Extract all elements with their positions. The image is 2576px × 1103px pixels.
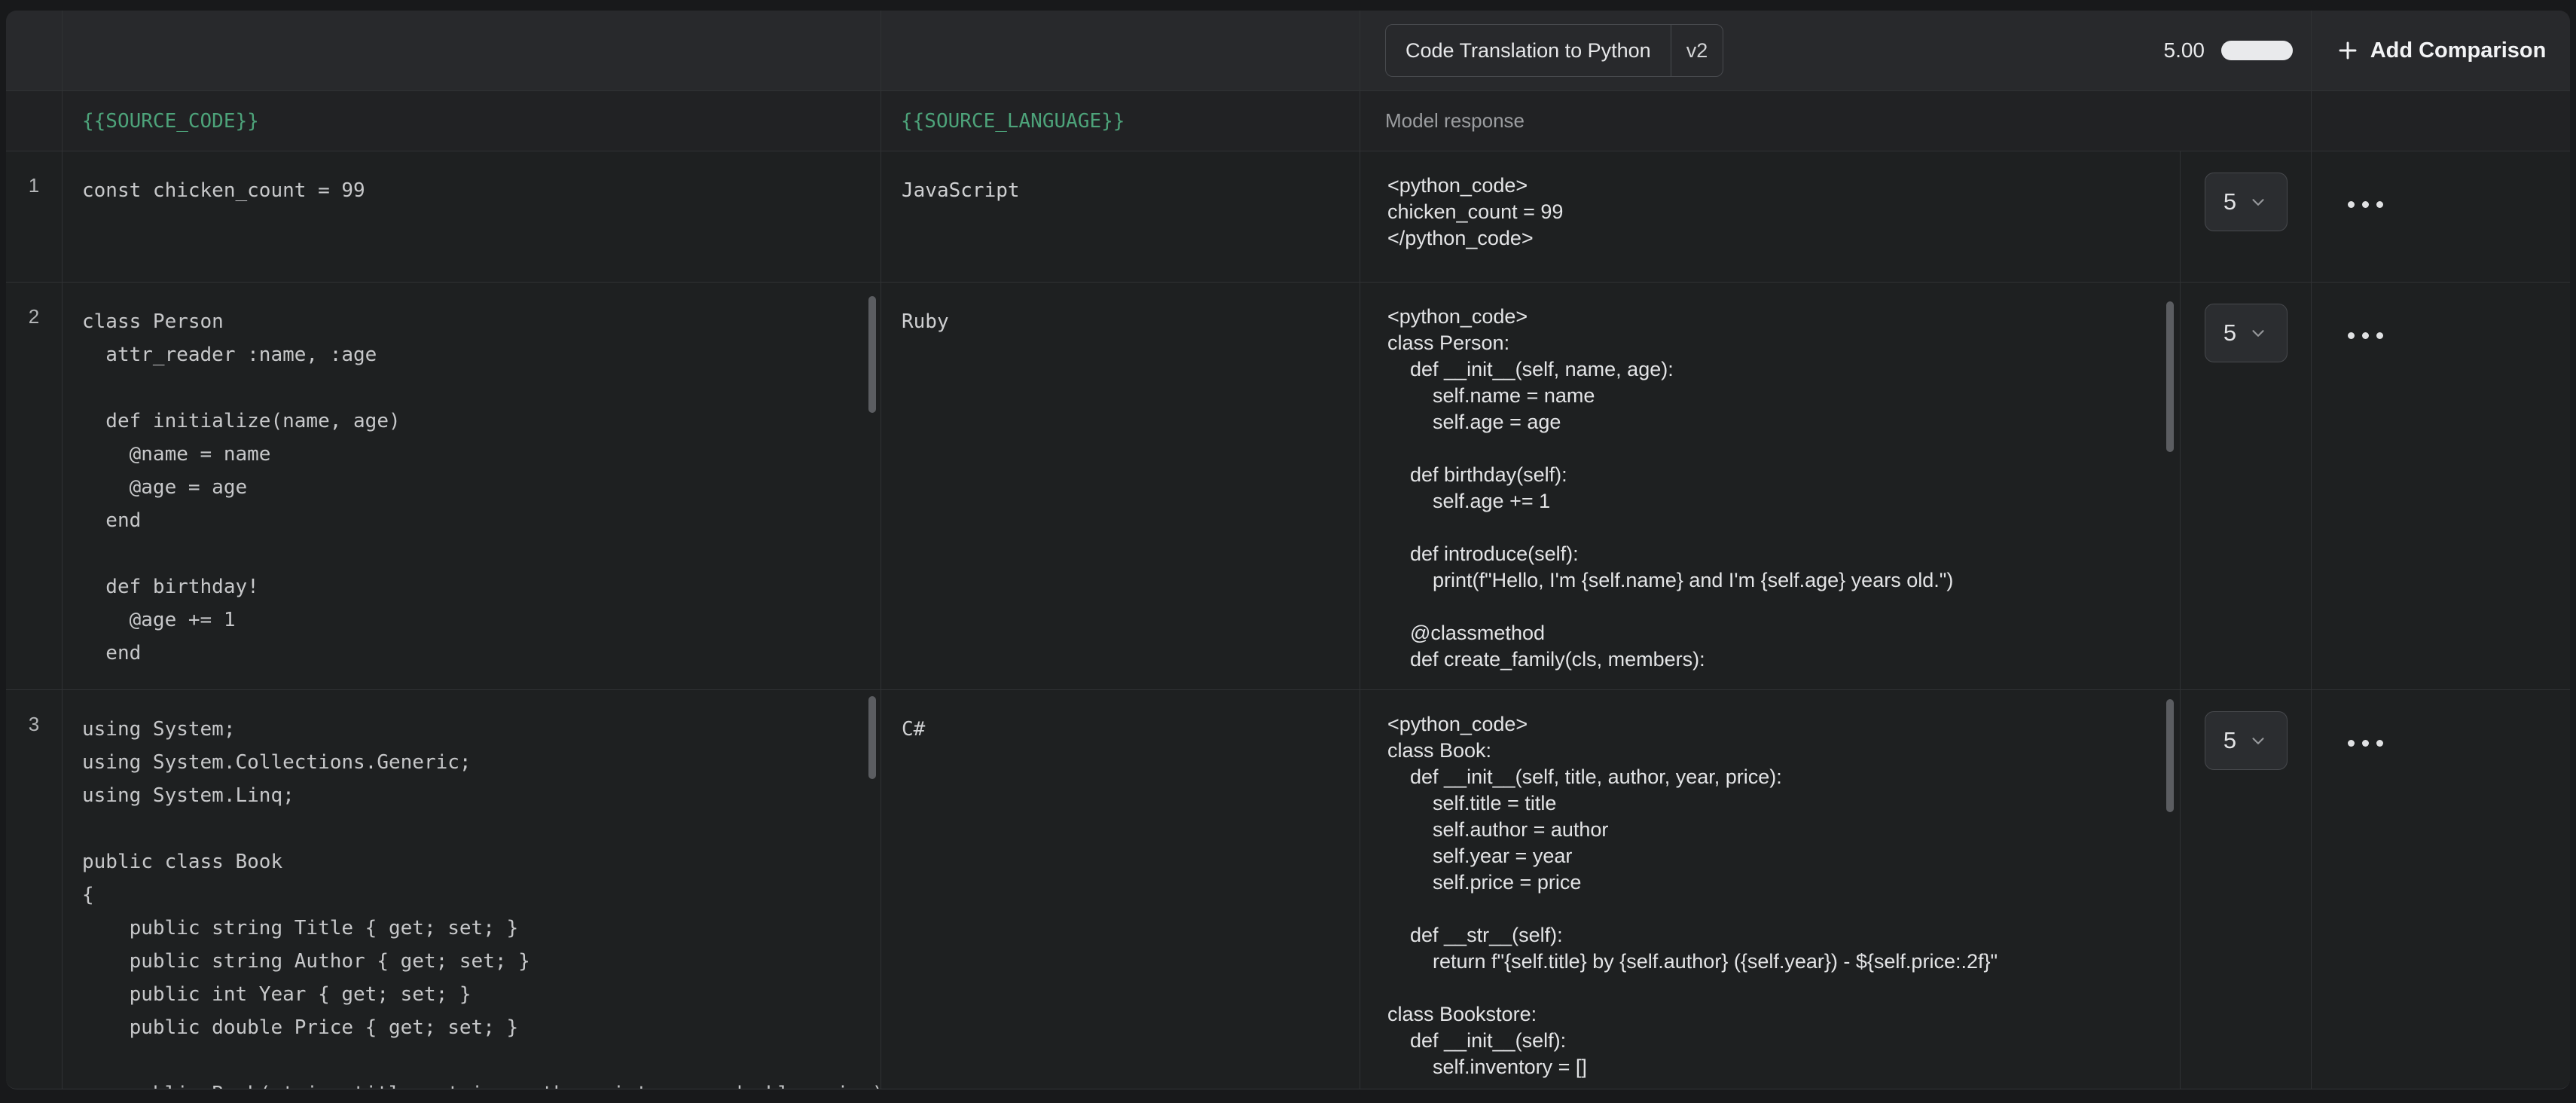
source-code-text: using System; using System.Collections.G…	[82, 713, 862, 1089]
ellipsis-dot	[2348, 201, 2355, 208]
column-header-source-language[interactable]: {{SOURCE_LANGUAGE}}	[881, 91, 1360, 151]
source-language-text: JavaScript	[902, 174, 1360, 207]
column-header-source-code[interactable]: {{SOURCE_CODE}}	[63, 91, 881, 151]
vertical-scrollbar[interactable]	[868, 296, 876, 413]
row-actions-cell	[2312, 151, 2570, 283]
topbar-model-response-header-cell: Code Translation to Python v2 5.00	[1360, 11, 2312, 91]
score-dropdown[interactable]: 5	[2205, 173, 2288, 231]
column-header-model-response[interactable]: Model response	[1360, 91, 2312, 151]
model-response-text: <python_code> chicken_count = 99 </pytho…	[1387, 173, 2157, 252]
aggregate-score-bar	[2221, 41, 2293, 60]
score-cell: 5	[2181, 283, 2312, 690]
evaluation-table: Code Translation to Python v2 5.00 Add C…	[6, 11, 2570, 1089]
model-response-cell[interactable]: <python_code> class Book: def __init__(s…	[1360, 690, 2181, 1089]
row-actions-cell	[2312, 283, 2570, 690]
ellipsis-dot	[2348, 740, 2355, 747]
column-header-row-number	[6, 91, 63, 151]
model-response-cell[interactable]: <python_code> class Person: def __init__…	[1360, 283, 2181, 690]
plus-icon	[2336, 38, 2360, 63]
topbar-source-code-spacer	[63, 11, 881, 91]
add-comparison-button[interactable]: Add Comparison	[2312, 11, 2570, 91]
score-cell: 5	[2181, 690, 2312, 1089]
ellipsis-dot	[2362, 332, 2369, 339]
ellipsis-dot	[2376, 201, 2383, 208]
prompt-version-selector[interactable]: v2	[1671, 39, 1723, 63]
source-language-cell[interactable]: C#	[881, 690, 1360, 1089]
source-code-cell[interactable]: const chicken_count = 99	[63, 151, 881, 283]
source-code-text: const chicken_count = 99	[82, 174, 862, 207]
topbar-source-language-spacer	[881, 11, 1360, 91]
column-header-actions	[2312, 91, 2570, 151]
score-cell: 5	[2181, 151, 2312, 283]
source-language-text: Ruby	[902, 305, 1360, 338]
row-number[interactable]: 3	[6, 690, 63, 1089]
vertical-scrollbar[interactable]	[868, 696, 876, 779]
source-code-cell[interactable]: using System; using System.Collections.G…	[63, 690, 881, 1089]
source-code-header-label: {{SOURCE_CODE}}	[82, 110, 259, 133]
source-language-header-label: {{SOURCE_LANGUAGE}}	[901, 110, 1125, 133]
ellipsis-dot	[2376, 740, 2383, 747]
vertical-scrollbar[interactable]	[2166, 301, 2174, 452]
prompt-name: Code Translation to Python	[1386, 39, 1671, 63]
add-comparison-label: Add Comparison	[2370, 38, 2547, 63]
score-dropdown[interactable]: 5	[2205, 711, 2288, 770]
chevron-down-icon	[2248, 731, 2268, 750]
ellipsis-dot	[2362, 740, 2369, 747]
aggregate-score-summary: 5.00	[2164, 38, 2294, 63]
source-code-cell[interactable]: class Person attr_reader :name, :age def…	[63, 283, 881, 690]
ellipsis-dot	[2376, 332, 2383, 339]
row-more-options-button[interactable]	[2348, 201, 2383, 208]
source-language-cell[interactable]: Ruby	[881, 283, 1360, 690]
ellipsis-dot	[2348, 332, 2355, 339]
model-response-header-label: Model response	[1385, 109, 1525, 133]
row-more-options-button[interactable]	[2348, 332, 2383, 339]
chevron-down-icon	[2248, 323, 2268, 343]
row-more-options-button[interactable]	[2348, 740, 2383, 747]
source-language-text: C#	[902, 713, 1360, 746]
aggregate-score-value: 5.00	[2164, 38, 2205, 63]
row-number[interactable]: 1	[6, 151, 63, 283]
vertical-scrollbar[interactable]	[2166, 699, 2174, 812]
model-response-text: <python_code> class Book: def __init__(s…	[1387, 711, 2157, 1080]
row-number[interactable]: 2	[6, 283, 63, 690]
score-value: 5	[2223, 727, 2236, 754]
prompt-version-pill[interactable]: Code Translation to Python v2	[1385, 24, 1723, 77]
model-response-cell[interactable]: <python_code> chicken_count = 99 </pytho…	[1360, 151, 2181, 283]
chevron-down-icon	[2248, 192, 2268, 212]
source-language-cell[interactable]: JavaScript	[881, 151, 1360, 283]
topbar-row-number-spacer	[6, 11, 63, 91]
score-dropdown[interactable]: 5	[2205, 304, 2288, 362]
ellipsis-dot	[2362, 201, 2369, 208]
source-code-text: class Person attr_reader :name, :age def…	[82, 305, 862, 670]
score-value: 5	[2223, 319, 2236, 347]
model-response-text: <python_code> class Person: def __init__…	[1387, 304, 2157, 673]
row-actions-cell	[2312, 690, 2570, 1089]
score-value: 5	[2223, 188, 2236, 215]
